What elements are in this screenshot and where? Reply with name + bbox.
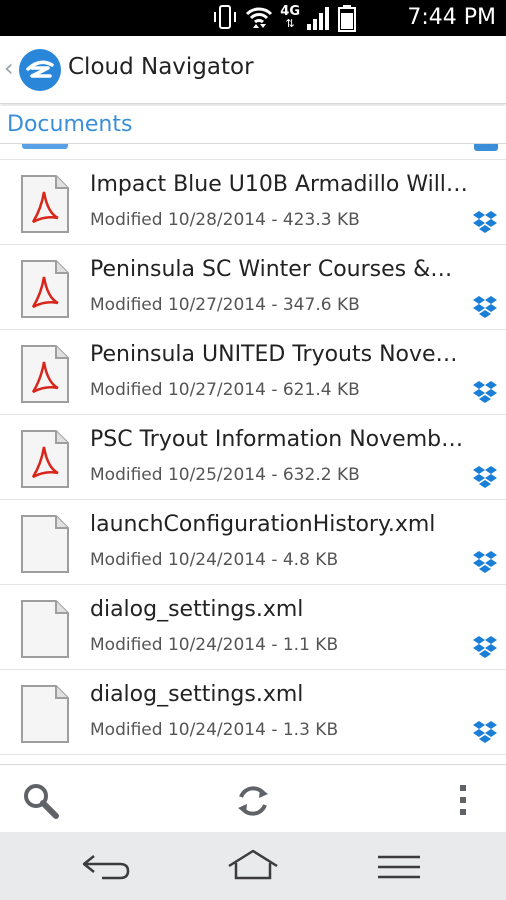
file-meta: Modified 10/25/2014 - 632.2 KB xyxy=(90,465,360,485)
dropbox-icon xyxy=(473,466,497,488)
file-icon xyxy=(21,515,69,573)
dropbox-icon xyxy=(473,636,497,658)
file-name: PSC Tryout Information Novemb… xyxy=(90,427,464,452)
status-time: 7:44 PM xyxy=(407,5,496,30)
app-logo-icon[interactable] xyxy=(18,48,62,92)
file-meta: Modified 10/27/2014 - 621.4 KB xyxy=(90,380,360,400)
overflow-menu-icon[interactable] xyxy=(456,783,470,817)
list-item[interactable]: Peninsula UNITED Tryouts Nove… Modified … xyxy=(0,330,506,415)
mobile-data-icon: 4G ⇅ xyxy=(280,4,300,30)
list-item[interactable]: PSC Tryout Information Novemb… Modified … xyxy=(0,415,506,500)
battery-icon xyxy=(338,5,356,32)
file-meta: Modified 10/24/2014 - 1.3 KB xyxy=(90,720,339,740)
file-name: dialog_settings.xml xyxy=(90,597,304,622)
file-name: Impact Blue U10B Armadillo Will… xyxy=(90,172,468,197)
pdf-file-icon xyxy=(21,430,69,488)
list-item[interactable]: dialog_settings.xml Modified 10/24/2014 … xyxy=(0,585,506,670)
vibrate-icon xyxy=(214,5,237,29)
file-meta: Modified 10/24/2014 - 1.1 KB xyxy=(90,635,339,655)
file-icon xyxy=(21,600,69,658)
back-chevron-icon[interactable]: ‹ xyxy=(4,54,14,82)
dropbox-icon xyxy=(473,381,497,403)
dropbox-icon xyxy=(473,296,497,318)
dropbox-icon xyxy=(473,551,497,573)
file-meta: Modified 10/28/2014 - 423.3 KB xyxy=(90,210,360,230)
wifi-icon xyxy=(246,7,273,28)
breadcrumb: Documents xyxy=(0,106,506,144)
refresh-icon[interactable] xyxy=(233,781,273,821)
file-name: dialog_settings.xml xyxy=(90,682,304,707)
bottom-toolbar xyxy=(0,764,506,832)
pdf-file-icon xyxy=(21,260,69,318)
list-item[interactable]: launchConfigurationHistory.xml Modified … xyxy=(0,500,506,585)
home-icon[interactable] xyxy=(226,848,280,882)
menu-icon[interactable] xyxy=(376,854,422,880)
file-list[interactable]: Impact Blue U10B Armadillo Will… Modifie… xyxy=(0,144,506,764)
dropbox-icon xyxy=(473,721,497,743)
breadcrumb-documents[interactable]: Documents xyxy=(7,112,132,137)
file-icon xyxy=(21,685,69,743)
list-item[interactable]: Peninsula SC Winter Courses &… Modified … xyxy=(0,245,506,330)
app-bar: ‹ Cloud Navigator xyxy=(0,36,506,104)
file-meta: Modified 10/24/2014 - 4.8 KB xyxy=(90,550,339,570)
signal-icon xyxy=(307,7,329,30)
status-icons: 4G ⇅ xyxy=(212,4,356,32)
system-nav-bar xyxy=(0,832,506,900)
file-name: Peninsula SC Winter Courses &… xyxy=(90,257,453,282)
pdf-file-icon xyxy=(21,175,69,233)
dropbox-icon xyxy=(473,211,497,233)
list-item[interactable]: Impact Blue U10B Armadillo Will… Modifie… xyxy=(0,160,506,245)
file-name: Peninsula UNITED Tryouts Nove… xyxy=(90,342,458,367)
search-icon[interactable] xyxy=(20,781,62,821)
back-icon[interactable] xyxy=(80,850,132,882)
file-name: launchConfigurationHistory.xml xyxy=(90,512,436,537)
pdf-file-icon xyxy=(21,345,69,403)
file-meta: Modified 10/27/2014 - 347.6 KB xyxy=(90,295,360,315)
app-title: Cloud Navigator xyxy=(68,54,254,80)
list-item[interactable]: dialog_settings.xml Modified 10/24/2014 … xyxy=(0,670,506,755)
partial-list-item[interactable] xyxy=(0,144,506,160)
status-bar: 4G ⇅ 7:44 PM xyxy=(0,0,506,36)
